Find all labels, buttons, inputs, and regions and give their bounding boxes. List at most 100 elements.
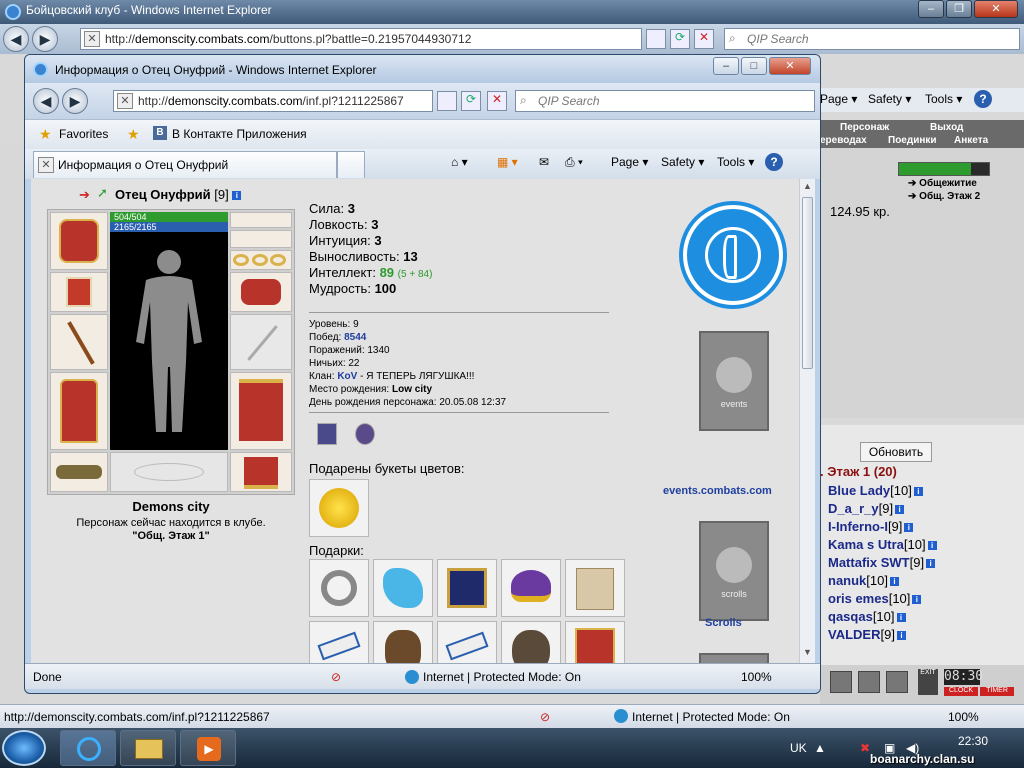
back-button[interactable]: ◀ <box>3 26 29 52</box>
pants-slot[interactable] <box>230 372 292 450</box>
tab-transfers[interactable]: ереводах <box>820 135 867 146</box>
mail-icon[interactable]: ✉ <box>539 155 549 169</box>
info-icon[interactable]: i <box>896 613 906 623</box>
help-icon[interactable]: ? <box>765 153 783 171</box>
chat-user-name[interactable]: qasqas <box>828 609 873 624</box>
feeds-icon[interactable]: ▦ ▾ <box>497 155 518 169</box>
taskbar-ie-button[interactable] <box>60 730 116 766</box>
chat-user-row[interactable]: D_a_r_y[9] i <box>828 501 905 516</box>
gift-item[interactable] <box>437 559 497 617</box>
shield-slot[interactable] <box>230 314 292 370</box>
zoom-level[interactable]: 100% <box>948 710 979 724</box>
taskbar-clock[interactable]: 22:30 <box>958 734 988 748</box>
events-link[interactable]: events.combats.com <box>663 485 772 497</box>
chat-user-name[interactable]: Blue Lady <box>828 483 890 498</box>
chat-user-name[interactable]: Kama s Utra <box>828 537 904 552</box>
tool-icon-1[interactable] <box>830 671 852 693</box>
tab-exit[interactable]: Выход <box>930 122 963 133</box>
location-link-1[interactable]: ➔ Общежитие <box>908 178 977 189</box>
chat-user-row[interactable]: qasqas[10] i <box>828 609 906 624</box>
tool-icon-3[interactable] <box>886 671 908 693</box>
gift-item[interactable] <box>437 621 497 663</box>
tool-icon-2[interactable] <box>858 671 880 693</box>
outer-safety-menu[interactable]: Safety ▾ <box>868 92 911 106</box>
tab-fights[interactable]: Поединки <box>888 135 937 146</box>
safety-menu[interactable]: Safety ▾ <box>661 155 704 169</box>
print-icon[interactable]: ⎙ ▾ <box>565 155 583 170</box>
inner-zoom-level[interactable]: 100% <box>741 670 772 684</box>
inner-close-button[interactable]: ✕ <box>769 57 811 75</box>
inner-maximize-button[interactable]: □ <box>741 57 767 75</box>
compat-view-icon[interactable] <box>646 29 666 49</box>
gift-item[interactable] <box>501 621 561 663</box>
earring-slot[interactable] <box>230 212 292 228</box>
bracer-slot[interactable] <box>50 272 108 312</box>
chat-user-row[interactable]: Kama s Utra[10] i <box>828 537 937 552</box>
inner-address-bar[interactable]: ✕ http://demonscity.combats.com/inf.pl?1… <box>113 90 433 112</box>
page-menu[interactable]: Page ▾ <box>611 155 648 169</box>
chat-user-name[interactable]: Mattafix SWT <box>828 555 910 570</box>
favorites-button[interactable]: Favorites <box>59 127 108 141</box>
scroll-down-icon[interactable]: ▼ <box>802 647 813 659</box>
inner-search-input[interactable]: ⌕ QIP Search <box>515 90 815 112</box>
rings-slot[interactable] <box>230 250 292 270</box>
clan-badge-icon[interactable] <box>317 423 337 445</box>
outer-search-input[interactable]: ⌕ QIP Search <box>724 28 1020 50</box>
tray-arrow-icon[interactable]: ▲ <box>814 741 826 755</box>
tab-survey[interactable]: Анкета <box>954 135 988 146</box>
stop-icon[interactable]: ✕ <box>694 29 714 49</box>
amulet-slot[interactable] <box>230 230 292 248</box>
info-icon[interactable]: i <box>912 595 922 605</box>
scroll-thumb[interactable] <box>802 197 813 369</box>
armor-slot[interactable] <box>50 372 108 450</box>
help-icon[interactable]: ? <box>974 90 992 108</box>
info-icon[interactable]: i <box>896 631 906 641</box>
taskbar-media-button[interactable]: ▶ <box>180 730 236 766</box>
chat-user-name[interactable]: oris emes <box>828 591 889 606</box>
location-link-2[interactable]: ➔ Общ. Этаж 2 <box>908 191 980 202</box>
gift-item[interactable] <box>501 559 561 617</box>
inner-compat-icon[interactable] <box>437 91 457 111</box>
home-icon[interactable]: ⌂ ▾ <box>451 155 468 169</box>
helmet-slot[interactable] <box>50 212 108 270</box>
close-button[interactable]: ✕ <box>974 0 1018 18</box>
scroll-up-icon[interactable]: ▲ <box>802 181 813 193</box>
inner-forward-button[interactable]: ▶ <box>62 88 88 114</box>
info-icon[interactable]: i <box>926 559 936 569</box>
minimize-button[interactable]: – <box>918 0 944 18</box>
third-banner[interactable] <box>699 653 769 663</box>
gift-item[interactable] <box>309 559 369 617</box>
chat-user-name[interactable]: I-Inferno-I <box>828 519 888 534</box>
rank-badge-icon[interactable] <box>355 423 375 445</box>
maximize-button[interactable]: ❐ <box>946 0 972 18</box>
chat-user-row[interactable]: oris emes[10] i <box>828 591 922 606</box>
info-icon[interactable]: i <box>895 505 905 515</box>
weapon-slot[interactable] <box>50 314 108 370</box>
forward-button[interactable]: ▶ <box>32 26 58 52</box>
inner-refresh-icon[interactable]: ⟳ <box>461 91 481 111</box>
info-icon[interactable]: i <box>913 487 923 497</box>
chat-user-row[interactable]: Blue Lady[10] i <box>828 483 923 498</box>
chat-user-name[interactable]: D_a_r_y <box>828 501 879 516</box>
language-indicator[interactable]: UK <box>790 741 807 755</box>
flower-bouquet[interactable] <box>309 479 369 537</box>
outer-address-bar[interactable]: ✕ http://demonscity.combats.com/buttons.… <box>80 28 642 50</box>
outer-tools-menu[interactable]: Tools ▾ <box>925 92 962 106</box>
tray-flag-icon[interactable]: ✖ <box>860 741 870 755</box>
inner-minimize-button[interactable]: – <box>713 57 739 75</box>
events-banner[interactable]: events <box>699 331 769 431</box>
chat-user-row[interactable]: nanuk[10] i <box>828 573 899 588</box>
taskbar-explorer-button[interactable] <box>120 730 176 766</box>
gift-item[interactable] <box>373 559 433 617</box>
scrolls-link[interactable]: Scrolls <box>705 617 742 629</box>
gift-item[interactable] <box>565 559 625 617</box>
info-icon[interactable]: i <box>232 191 242 201</box>
belt-slot[interactable] <box>50 452 108 492</box>
private-arrow-icon[interactable]: ➔ <box>79 187 90 203</box>
add-favorite-icon[interactable]: ★ <box>127 126 140 143</box>
inner-back-button[interactable]: ◀ <box>33 88 59 114</box>
city-logo[interactable] <box>683 205 783 305</box>
chat-user-row[interactable]: VALDER[9] i <box>828 627 906 642</box>
outer-page-menu[interactable]: Page ▾ <box>820 92 857 106</box>
tab-character-info[interactable]: ✕ Информация о Отец Онуфрий <box>33 151 337 178</box>
